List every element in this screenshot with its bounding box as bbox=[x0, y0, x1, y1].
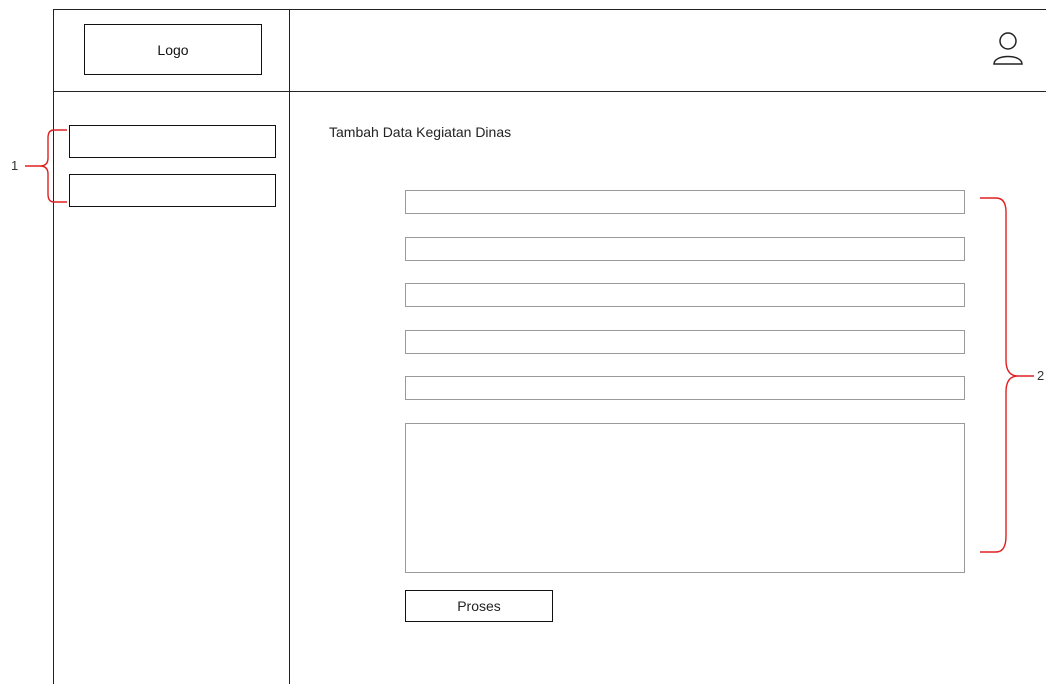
proses-button-label: Proses bbox=[457, 598, 501, 614]
annotation-1-label: 1 bbox=[11, 158, 19, 173]
logo[interactable]: Logo bbox=[84, 24, 262, 75]
annotation-1-bracket bbox=[25, 129, 67, 203]
annotation-2-bracket bbox=[980, 197, 1034, 553]
form-field-3[interactable] bbox=[405, 283, 965, 307]
form-field-2[interactable] bbox=[405, 237, 965, 261]
logo-label: Logo bbox=[157, 41, 189, 58]
user-icon[interactable] bbox=[991, 30, 1025, 66]
page-title: Tambah Data Kegiatan Dinas bbox=[329, 124, 512, 140]
proses-button[interactable]: Proses bbox=[405, 590, 553, 622]
annotation-2-label: 2 bbox=[1037, 368, 1045, 383]
left-border bbox=[53, 9, 54, 684]
form-field-4[interactable] bbox=[405, 330, 965, 354]
sidebar-item-1[interactable] bbox=[69, 125, 276, 158]
form-field-5[interactable] bbox=[405, 376, 965, 400]
top-border bbox=[53, 9, 1046, 10]
form-field-1[interactable] bbox=[405, 190, 965, 214]
sidebar-item-2[interactable] bbox=[69, 174, 276, 207]
form-textarea[interactable] bbox=[405, 423, 965, 573]
header-divider bbox=[53, 91, 1046, 92]
sidebar-divider bbox=[289, 9, 290, 684]
